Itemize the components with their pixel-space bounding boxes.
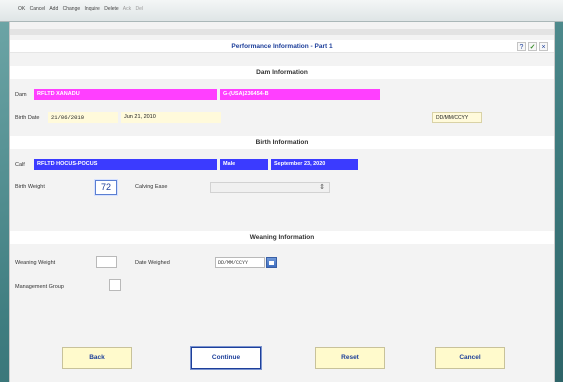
dam-name-field: RFLTD XANADU — [34, 89, 217, 100]
reset-button[interactable]: Reset — [315, 347, 385, 369]
toolbar-ack: Ack — [122, 6, 132, 12]
weaning-weight-label: Weaning Weight — [15, 260, 56, 266]
cancel-button[interactable]: Cancel — [435, 347, 505, 369]
birth-weight-label: Birth Weight — [15, 184, 45, 190]
calf-name-field: RFLTD HOCUS-POCUS — [34, 159, 217, 170]
birth-weight-input[interactable]: 72 — [95, 180, 117, 195]
back-button[interactable]: Back — [62, 347, 132, 369]
weaning-weight-input[interactable] — [96, 256, 117, 268]
dam-section-heading: Dam Information — [10, 66, 554, 79]
date-weighed-label: Date Weighed — [135, 260, 170, 266]
management-group-input[interactable] — [109, 279, 121, 291]
dam-label: Dam — [15, 92, 27, 98]
birth-date-label: Birth Date — [15, 115, 40, 121]
toolbar-del: Del — [135, 6, 144, 12]
toolbar-cancel[interactable]: Cancel — [30, 6, 46, 12]
calving-ease-select[interactable]: ⇕ — [210, 182, 330, 193]
divider — [10, 29, 554, 35]
help-icon[interactable]: ? — [517, 42, 526, 51]
dropdown-arrow-icon: ⇕ — [319, 184, 325, 191]
calving-ease-label: Calving Ease — [135, 184, 168, 190]
dam-id-field: G-(USA)236454-B — [220, 89, 380, 100]
toolbar-add[interactable]: Add — [49, 6, 58, 12]
toolbar-change[interactable]: Change — [63, 6, 81, 12]
dam-birth-date-field: 21/06/2010 — [48, 112, 118, 123]
page-title-bar: Performance Information - Part 1 ? ✓ × — [10, 40, 554, 53]
form-panel: Performance Information - Part 1 ? ✓ × D… — [9, 22, 555, 382]
calf-birth-date-field: September 23, 2020 — [271, 159, 358, 170]
birth-section-heading: Birth Information — [10, 136, 554, 149]
top-toolbar: OK Cancel Add Change Inquire Delete Ack … — [0, 0, 563, 22]
continue-button[interactable]: Continue — [190, 346, 262, 370]
toolbar-inquire[interactable]: Inquire — [85, 6, 100, 12]
toolbar-delete[interactable]: Delete — [104, 6, 118, 12]
dam-birth-date-long: Jun 21, 2010 — [121, 112, 221, 123]
date-format-hint: DD/MM/CCYY — [432, 112, 482, 123]
date-weighed-input[interactable]: DD/MM/CCYY — [215, 257, 265, 268]
calf-label: Calf — [15, 162, 25, 168]
weaning-section-heading: Weaning Information — [10, 231, 554, 244]
title-icons: ? ✓ × — [517, 42, 548, 51]
close-icon[interactable]: × — [539, 42, 548, 51]
check-icon[interactable]: ✓ — [528, 42, 537, 51]
management-group-label: Management Group — [15, 284, 64, 290]
calendar-icon[interactable] — [266, 257, 277, 268]
calf-sex-field: Male — [220, 159, 268, 170]
toolbar-ok[interactable]: OK — [18, 6, 25, 12]
page-title: Performance Information - Part 1 — [231, 43, 333, 50]
